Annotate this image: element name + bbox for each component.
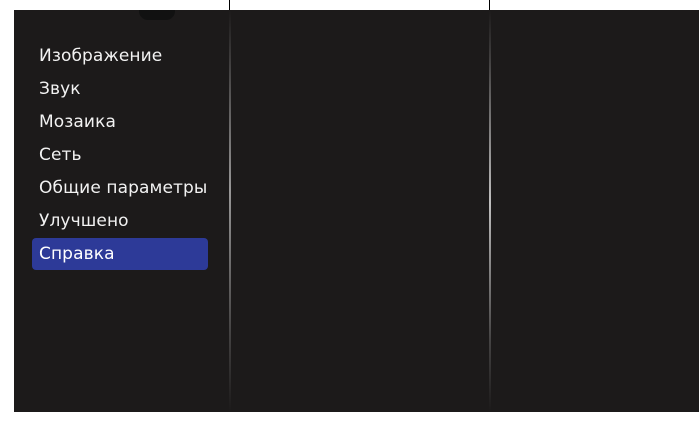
menu-item-picture[interactable]: Изображение	[32, 40, 208, 73]
menu-item-sound[interactable]: Звук	[32, 73, 208, 106]
menu-item-general-settings[interactable]: Общие параметры	[32, 172, 208, 205]
panel-divider-right	[489, 10, 491, 412]
menu-item-network[interactable]: Сеть	[32, 139, 208, 172]
menu-item-tiling[interactable]: Мозаика	[32, 106, 208, 139]
top-tick-left	[229, 0, 230, 10]
main-menu: Изображение Звук Мозаика Сеть Общие пара…	[32, 40, 208, 270]
panel-divider-left	[229, 10, 231, 412]
tv-settings-screen: Изображение Звук Мозаика Сеть Общие пара…	[14, 10, 699, 412]
top-tick-right	[489, 0, 490, 10]
menu-item-advanced[interactable]: Улучшено	[32, 205, 208, 238]
menu-item-help[interactable]: Справка	[32, 238, 208, 270]
top-cropped-shape	[139, 10, 175, 20]
